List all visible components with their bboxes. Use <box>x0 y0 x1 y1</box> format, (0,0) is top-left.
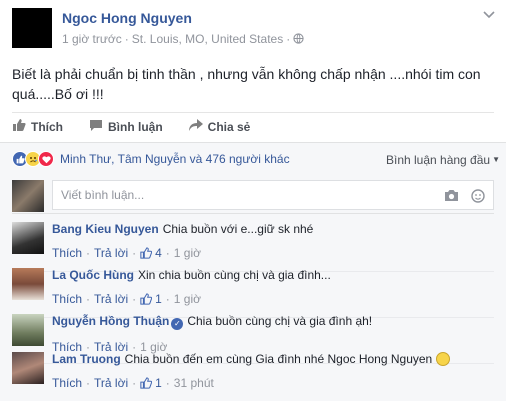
love-reaction-icon <box>38 151 54 167</box>
comment-item: La Quốc Hùng Xin chia buồn cùng chị và gi… <box>12 268 494 318</box>
comment-body: Bang Kieu Nguyen Chia buồn với e...giữ sk… <box>52 222 494 260</box>
comment-like-link[interactable]: Thích <box>52 292 82 306</box>
share-button[interactable]: Chia sẻ <box>188 118 251 135</box>
verified-check-icon: ✓ <box>171 318 184 330</box>
smiley-emoji-icon <box>436 352 451 366</box>
comment-item: Lam Truong Chia buồn đến em cùng Gia đình… <box>12 352 494 401</box>
meta-separator: · <box>124 32 129 46</box>
post-actions-bar: Thích Bình luận Chia sẻ <box>12 112 494 140</box>
commenter-avatar[interactable] <box>12 222 44 254</box>
reactors-text[interactable]: Minh Thư, Tâm Nguyễn và 476 người khác <box>60 152 290 166</box>
comment-text: Chia buồn đến em cùng Gia đình nhé Ngoc … <box>124 352 433 366</box>
comment-time[interactable]: 31 phút <box>174 376 214 390</box>
sort-label: Bình luận hàng đầu <box>385 153 491 167</box>
current-user-avatar <box>12 180 44 212</box>
comment-line: La Quốc Hùng Xin chia buồn cùng chị và gi… <box>52 268 494 282</box>
camera-icon[interactable] <box>444 189 459 206</box>
post-meta: 1 giờ trước · St. Louis, MO, United States… <box>62 32 304 47</box>
comment-meta: Thích · Trả lời · 1 · 31 phút <box>52 376 214 390</box>
comment-label: Bình luận <box>108 119 163 134</box>
comment-like-link[interactable]: Thích <box>52 376 82 390</box>
comment-button[interactable]: Bình luận <box>89 118 163 135</box>
comment-body: Nguyễn Hồng Thuận ✓ Chia buồn cùng chị và … <box>52 314 494 354</box>
commenter-avatar[interactable] <box>12 352 44 384</box>
meta-separator: · <box>286 32 291 46</box>
like-count: 1 <box>155 376 162 390</box>
commenter-avatar[interactable] <box>12 314 44 346</box>
comment-meta: Thích · Trả lời · 1 · 1 giờ <box>52 292 202 306</box>
comment-sort-dropdown[interactable]: Bình luận hàng đầu ▼ <box>386 153 500 167</box>
speech-bubble-icon <box>89 118 108 135</box>
caret-down-icon: ▼ <box>492 155 500 164</box>
comment-reply-link[interactable]: Trả lời <box>94 292 128 306</box>
comment-like-count[interactable]: 4 <box>140 246 162 260</box>
author-avatar[interactable] <box>12 8 52 48</box>
comment-placeholder: Viết bình luận... <box>61 188 145 202</box>
post-text: Biết là phải chuẩn bị tinh thần , nhưng … <box>12 66 481 102</box>
commenter-name[interactable]: La Quốc Hùng <box>52 268 134 282</box>
comment-line: Lam Truong Chia buồn đến em cùng Gia đình… <box>52 352 494 366</box>
commenter-name[interactable]: Bang Kieu Nguyen <box>52 222 159 236</box>
like-button[interactable]: Thích <box>12 118 63 135</box>
post-timestamp[interactable]: 1 giờ trước <box>62 32 122 46</box>
globe-icon[interactable] <box>293 33 304 47</box>
facebook-post: Ngoc Hong Nguyen 1 giờ trước · St. Louis, … <box>0 0 506 401</box>
commenter-avatar[interactable] <box>12 268 44 300</box>
comment-text: Xin chia buồn cùng chị và gia đình... <box>138 268 331 282</box>
composer-icons <box>432 189 485 206</box>
thumbs-up-icon <box>140 247 153 259</box>
comment-reply-link[interactable]: Trả lời <box>94 246 128 260</box>
comment-time[interactable]: 1 giờ <box>174 292 201 306</box>
comment-like-count[interactable]: 1 <box>140 376 162 390</box>
comment-line: Bang Kieu Nguyen Chia buồn với e...giữ sk… <box>52 222 494 236</box>
comment-input[interactable]: Viết bình luận... <box>52 180 494 210</box>
sticker-smile-icon[interactable] <box>471 189 485 206</box>
comment-reply-link[interactable]: Trả lời <box>94 376 128 390</box>
like-count: 1 <box>155 292 162 306</box>
comment-time[interactable]: 1 giờ <box>174 246 201 260</box>
comment-like-count[interactable]: 1 <box>140 292 162 306</box>
comment-like-link[interactable]: Thích <box>52 246 82 260</box>
comment-composer: Viết bình luận... <box>12 178 494 214</box>
commenter-name[interactable]: Nguyễn Hồng Thuận <box>52 314 169 328</box>
comment-line: Nguyễn Hồng Thuận ✓ Chia buồn cùng chị và … <box>52 314 494 330</box>
thumbs-up-icon <box>12 118 31 135</box>
reactions-summary: Minh Thư, Tâm Nguyễn và 476 người khác B… <box>0 142 506 175</box>
comment-item: Bang Kieu Nguyen Chia buồn với e...giữ sk… <box>12 222 494 272</box>
comment-meta: Thích · Trả lời · 4 · 1 giờ <box>52 246 202 260</box>
like-label: Thích <box>31 119 63 134</box>
comment-body: La Quốc Hùng Xin chia buồn cùng chị và gi… <box>52 268 494 306</box>
comment-body: Lam Truong Chia buồn đến em cùng Gia đình… <box>52 352 494 390</box>
like-count: 4 <box>155 246 162 260</box>
comment-text: Chia buồn với e...giữ sk nhé <box>162 222 314 236</box>
thumbs-up-icon <box>140 377 153 389</box>
commenter-name[interactable]: Lam Truong <box>52 352 121 366</box>
chevron-down-icon[interactable] <box>482 10 496 24</box>
thumbs-up-icon <box>140 293 153 305</box>
author-name[interactable]: Ngoc Hong Nguyen <box>62 10 192 26</box>
reaction-icons[interactable] <box>12 151 54 167</box>
comment-text: Chia buồn cùng chị và gia đình ạh! <box>187 314 373 328</box>
share-label: Chia sẻ <box>207 119 251 134</box>
post-location[interactable]: St. Louis, MO, United States <box>132 32 283 46</box>
share-arrow-icon <box>188 118 208 135</box>
